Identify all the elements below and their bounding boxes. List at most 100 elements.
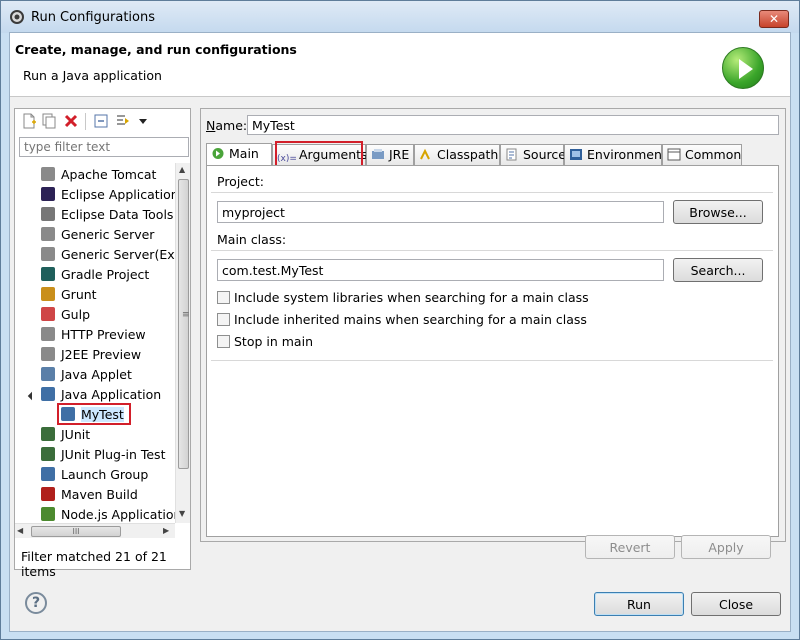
tree-item-label: HTTP Preview [61, 327, 146, 342]
tree-vertical-scrollbar[interactable]: ▲ ≡ ▼ [175, 163, 190, 523]
include-inherited-mains-checkbox[interactable]: Include inherited mains when searching f… [217, 312, 587, 330]
scroll-down-icon[interactable]: ▼ [179, 509, 185, 518]
tab-classpath[interactable]: Classpath [414, 144, 500, 165]
stop-in-main-checkbox[interactable]: Stop in main [217, 334, 313, 352]
window-close-button[interactable]: ✕ [759, 10, 789, 28]
tree-item[interactable]: Maven Build [41, 485, 175, 505]
collapse-all-icon[interactable] [93, 113, 109, 129]
tree-item[interactable]: Generic Server(Exte [41, 245, 175, 265]
tree-item[interactable]: Eclipse Data Tools [41, 205, 175, 225]
tree-item[interactable]: JUnit [41, 425, 175, 445]
vertical-scroll-thumb[interactable]: ≡ [178, 179, 190, 469]
tree-item[interactable]: Eclipse Application [41, 185, 175, 205]
tree-item[interactable]: Launch Group [41, 465, 175, 485]
configuration-tree: Apache Tomcat Eclipse Application Eclipse … [15, 163, 175, 523]
tree-item-label: Launch Group [61, 467, 149, 482]
nodejs-icon [41, 507, 55, 521]
search-button[interactable]: Search... [673, 258, 763, 282]
tab-jre[interactable]: JRE [366, 144, 414, 165]
tree-item[interactable]: Java Applet [41, 365, 175, 385]
filter-input[interactable] [19, 137, 189, 157]
tree-horizontal-scrollbar[interactable]: ◀ III ▶ [15, 523, 175, 538]
close-button[interactable]: Close [691, 592, 781, 616]
filter-status-text: Filter matched 21 of 21 items [21, 549, 167, 579]
tab-source[interactable]: Source [500, 144, 566, 165]
database-icon [41, 207, 55, 221]
checkbox[interactable] [217, 291, 230, 304]
launch-group-icon [41, 467, 55, 481]
header-title: Create, manage, and run configurations [15, 42, 297, 57]
server-icon [41, 327, 55, 341]
tree-item[interactable]: Gradle Project [41, 265, 175, 285]
server-icon [41, 347, 55, 361]
tree-item-label: Java Application [61, 387, 162, 402]
run-icon [722, 47, 764, 89]
toolbar-separator [85, 113, 86, 130]
close-icon: ✕ [768, 12, 780, 26]
tab-environment[interactable]: Environment [564, 144, 667, 165]
tree-item-label: Eclipse Application [61, 187, 175, 202]
group-divider [211, 250, 773, 251]
tree-item-label: Eclipse Data Tools [61, 207, 174, 222]
tree-item-label: JUnit [61, 427, 91, 442]
header-subtitle: Run a Java application [23, 68, 162, 83]
grunt-icon [41, 287, 55, 301]
main-tab-content: Project: Browse... Main class: Search...… [206, 165, 779, 537]
classpath-icon [420, 148, 430, 160]
tree-item-label: Node.js Application [61, 507, 175, 522]
main-class-input[interactable] [217, 259, 664, 281]
duplicate-icon[interactable] [41, 113, 57, 129]
configuration-list-panel: Apache Tomcat Eclipse Application Eclipse … [14, 108, 191, 579]
tree-item[interactable]: Grunt [41, 285, 175, 305]
tree-item-label: Java Applet [61, 367, 132, 382]
tree-item[interactable]: HTTP Preview [41, 325, 175, 345]
junit-plugin-icon [41, 447, 55, 461]
new-config-icon[interactable] [21, 113, 37, 129]
tree-item-label: Gradle Project [61, 267, 150, 282]
filter-icon[interactable] [115, 113, 131, 129]
horizontal-scroll-thumb[interactable]: III [31, 526, 121, 537]
scroll-grip-icon: III [72, 527, 80, 536]
revert-button[interactable]: Revert [585, 535, 675, 559]
tree-item-label: Grunt [61, 287, 97, 302]
tab-main[interactable]: Main [206, 143, 272, 166]
tree-item-label: Apache Tomcat [61, 167, 157, 182]
eclipse-icon [41, 187, 55, 201]
help-icon[interactable]: ? [25, 592, 47, 614]
configuration-editor-panel: Name: Main (x)=Arguments JRE Classpath S… [200, 108, 786, 542]
include-system-libraries-checkbox[interactable]: Include system libraries when searching … [217, 290, 589, 308]
server-icon [41, 227, 55, 241]
tree-item[interactable]: JUnit Plug-in Test [41, 445, 175, 465]
scroll-grip-icon: ≡ [182, 310, 190, 320]
tree-item-label: JUnit Plug-in Test [61, 447, 166, 462]
main-class-label: Main class: [217, 232, 287, 247]
title-bar: Run Configurations ✕ [1, 1, 799, 33]
scroll-left-icon[interactable]: ◀ [17, 526, 23, 535]
tab-common[interactable]: Common [662, 144, 742, 165]
tree-item-label: Generic Server [61, 227, 155, 242]
apply-button[interactable]: Apply [681, 535, 771, 559]
project-input[interactable] [217, 201, 664, 223]
tree-item[interactable]: Java Application [41, 385, 175, 405]
run-button[interactable]: Run [594, 592, 684, 616]
arguments-highlight-box [275, 141, 363, 167]
tree-item[interactable]: J2EE Preview [41, 345, 175, 365]
delete-icon[interactable] [63, 113, 79, 129]
tree-item[interactable]: Apache Tomcat [41, 165, 175, 185]
name-input[interactable] [247, 115, 779, 135]
tree-item[interactable]: Gulp [41, 305, 175, 325]
maven-icon [41, 487, 55, 501]
browse-button[interactable]: Browse... [673, 200, 763, 224]
group-divider [211, 360, 773, 361]
run-configurations-window: Run Configurations ✕ Create, manage, and… [0, 0, 800, 640]
checkbox[interactable] [217, 335, 230, 348]
scroll-up-icon[interactable]: ▲ [179, 165, 185, 174]
tree-item[interactable]: Node.js Application [41, 505, 175, 523]
scroll-right-icon[interactable]: ▶ [163, 526, 169, 535]
tree-item-label: Maven Build [61, 487, 138, 502]
checkbox[interactable] [217, 313, 230, 326]
tree-item[interactable]: Generic Server [41, 225, 175, 245]
eclipse-gear-icon [10, 10, 24, 24]
server-icon [41, 247, 55, 261]
dropdown-arrow-icon[interactable] [135, 113, 151, 129]
